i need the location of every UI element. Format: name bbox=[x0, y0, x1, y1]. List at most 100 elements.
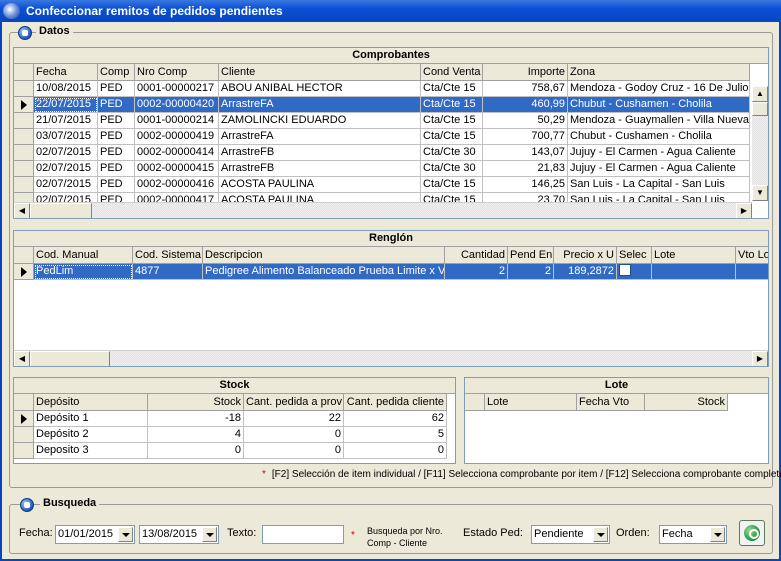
estado-combo[interactable]: Pendiente bbox=[531, 525, 610, 544]
column-header[interactable]: Cant. pedida a prov bbox=[244, 394, 344, 411]
orden-dropdown-icon[interactable] bbox=[710, 527, 725, 542]
table-cell[interactable]: PedLim bbox=[34, 264, 133, 280]
table-cell[interactable]: PED bbox=[98, 81, 135, 97]
column-header[interactable]: Zona bbox=[568, 64, 750, 81]
row-indicator[interactable] bbox=[14, 97, 34, 113]
column-header[interactable]: Lote bbox=[485, 394, 577, 411]
table-cell[interactable]: 0 bbox=[244, 427, 344, 443]
table-cell[interactable]: 21,83 bbox=[483, 161, 568, 177]
table-cell[interactable]: Deposito 3 bbox=[34, 443, 148, 459]
table-cell[interactable]: 22 bbox=[244, 411, 344, 427]
column-header[interactable]: Precio x U bbox=[554, 247, 617, 264]
scroll-up-icon[interactable]: ▲ bbox=[752, 86, 768, 102]
renglon-grid[interactable]: Renglón Cod. Manual Cod. Sistema Descripci… bbox=[13, 230, 769, 367]
table-cell[interactable]: 0002-00000419 bbox=[135, 129, 219, 145]
table-cell[interactable]: 4877 bbox=[133, 264, 203, 280]
scroll-thumb[interactable] bbox=[752, 102, 768, 116]
column-header[interactable]: Nro Comp bbox=[135, 64, 219, 81]
table-cell[interactable]: 143,07 bbox=[483, 145, 568, 161]
scroll-right-icon[interactable]: ▶ bbox=[736, 203, 752, 218]
table-cell[interactable]: PED bbox=[98, 129, 135, 145]
table-cell[interactable]: 0001-00000217 bbox=[135, 81, 219, 97]
column-header[interactable]: Selec bbox=[617, 247, 652, 264]
table-cell[interactable]: Pedigree Alimento Balanceado Prueba Limi… bbox=[203, 264, 445, 280]
table-cell[interactable]: San Luis - La Capital - San Luis bbox=[568, 177, 750, 193]
column-header[interactable]: Fecha Vto bbox=[577, 394, 645, 411]
table-cell[interactable]: ArrastreFA bbox=[219, 129, 421, 145]
table-cell[interactable]: Chubut - Cushamen - Cholila bbox=[568, 129, 750, 145]
table-cell[interactable]: Cta/Cte 15 bbox=[421, 129, 483, 145]
table-cell[interactable]: 62 bbox=[344, 411, 447, 427]
table-cell[interactable]: Depósito 1 bbox=[34, 411, 148, 427]
table-cell[interactable]: 0 bbox=[244, 443, 344, 459]
table-cell[interactable]: 0002-00000416 bbox=[135, 177, 219, 193]
table-cell[interactable] bbox=[652, 264, 736, 280]
fecha-hasta-dropdown-icon[interactable] bbox=[202, 527, 217, 542]
column-header[interactable]: Cod. Manual bbox=[34, 247, 133, 264]
table-cell[interactable]: 700,77 bbox=[483, 129, 568, 145]
table-cell[interactable]: PED bbox=[98, 161, 135, 177]
column-header[interactable]: Lote bbox=[652, 247, 736, 264]
column-header[interactable]: Cond Venta bbox=[421, 64, 483, 81]
table-cell[interactable]: ArrastreFA bbox=[219, 97, 421, 113]
row-indicator[interactable] bbox=[14, 161, 34, 177]
row-indicator[interactable] bbox=[14, 177, 34, 193]
lote-grid[interactable]: Lote Lote Fecha Vto Stock bbox=[464, 377, 769, 464]
table-cell[interactable]: Jujuy - El Carmen - Agua Caliente bbox=[568, 145, 750, 161]
table-cell[interactable]: 0002-00000415 bbox=[135, 161, 219, 177]
stock-grid[interactable]: Stock Depósito Stock Cant. pedida a prov Ca… bbox=[13, 377, 456, 464]
row-indicator[interactable] bbox=[14, 264, 34, 280]
table-cell[interactable]: PED bbox=[98, 145, 135, 161]
scroll-thumb[interactable] bbox=[30, 351, 110, 366]
column-header[interactable]: Cantidad bbox=[445, 247, 508, 264]
column-header[interactable]: Fecha bbox=[34, 64, 98, 81]
fecha-desde-dropdown-icon[interactable] bbox=[118, 527, 133, 542]
table-cell[interactable]: 189,2872 bbox=[554, 264, 617, 280]
scroll-down-icon[interactable]: ▼ bbox=[752, 185, 768, 201]
table-cell[interactable]: 2 bbox=[508, 264, 554, 280]
table-cell[interactable]: ArrastreFB bbox=[219, 161, 421, 177]
table-cell[interactable]: Cta/Cte 30 bbox=[421, 161, 483, 177]
row-indicator[interactable] bbox=[14, 81, 34, 97]
table-cell[interactable]: 22/07/2015 bbox=[34, 97, 98, 113]
row-indicator[interactable] bbox=[14, 411, 34, 427]
refresh-search-button[interactable] bbox=[739, 520, 765, 546]
table-cell[interactable]: 50,29 bbox=[483, 113, 568, 129]
column-header[interactable]: Vto Lo bbox=[736, 247, 768, 264]
selec-checkbox[interactable] bbox=[619, 264, 631, 277]
row-indicator[interactable] bbox=[14, 145, 34, 161]
table-cell[interactable]: PED bbox=[98, 177, 135, 193]
scroll-left-icon[interactable]: ◀ bbox=[14, 351, 30, 366]
scroll-thumb[interactable] bbox=[30, 203, 92, 218]
fecha-desde-combo[interactable]: 01/01/2015 bbox=[55, 525, 135, 544]
table-cell[interactable]: 03/07/2015 bbox=[34, 129, 98, 145]
table-cell[interactable]: 02/07/2015 bbox=[34, 161, 98, 177]
scroll-right-icon[interactable]: ▶ bbox=[752, 351, 768, 366]
scroll-left-icon[interactable]: ◀ bbox=[14, 203, 30, 218]
table-cell[interactable]: PED bbox=[98, 113, 135, 129]
row-indicator[interactable] bbox=[14, 113, 34, 129]
table-cell[interactable]: 02/07/2015 bbox=[34, 177, 98, 193]
column-header[interactable]: Stock bbox=[645, 394, 728, 411]
table-cell[interactable]: 4 bbox=[148, 427, 244, 443]
column-header[interactable]: Comp bbox=[98, 64, 135, 81]
table-cell[interactable]: 2 bbox=[445, 264, 508, 280]
table-cell[interactable]: Depósito 2 bbox=[34, 427, 148, 443]
row-indicator[interactable] bbox=[14, 427, 34, 443]
table-cell[interactable]: -18 bbox=[148, 411, 244, 427]
table-cell[interactable]: 0001-00000214 bbox=[135, 113, 219, 129]
orden-combo[interactable]: Fecha bbox=[659, 525, 727, 544]
vertical-scrollbar[interactable]: ▲ ▼ bbox=[752, 86, 768, 201]
table-cell[interactable]: 0 bbox=[344, 443, 447, 459]
table-cell[interactable]: Cta/Cte 15 bbox=[421, 177, 483, 193]
table-cell[interactable]: Cta/Cte 15 bbox=[421, 81, 483, 97]
table-cell[interactable]: Cta/Cte 30 bbox=[421, 145, 483, 161]
row-indicator[interactable] bbox=[14, 129, 34, 145]
row-indicator[interactable] bbox=[14, 443, 34, 459]
table-cell[interactable]: Cta/Cte 15 bbox=[421, 97, 483, 113]
estado-dropdown-icon[interactable] bbox=[593, 527, 608, 542]
table-cell[interactable]: 758,67 bbox=[483, 81, 568, 97]
table-cell[interactable]: PED bbox=[98, 97, 135, 113]
table-cell[interactable] bbox=[736, 264, 768, 280]
table-cell[interactable]: 21/07/2015 bbox=[34, 113, 98, 129]
